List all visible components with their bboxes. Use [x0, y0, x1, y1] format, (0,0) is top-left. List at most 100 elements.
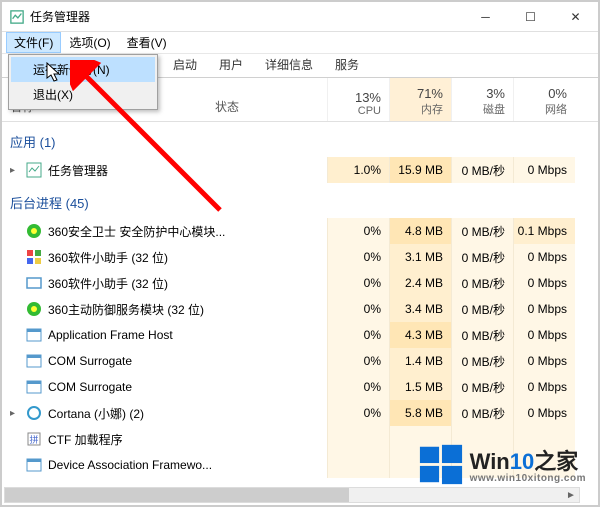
- process-icon: [26, 223, 42, 239]
- expander-icon[interactable]: ▸: [10, 408, 24, 419]
- process-icon: [26, 162, 42, 178]
- process-name: 360主动防御服务模块 (32 位): [48, 301, 204, 318]
- group-apps: 应用 (1): [2, 122, 598, 157]
- cell-network: 0 Mbps: [513, 296, 575, 322]
- cell-memory: 4.3 MB: [389, 322, 451, 348]
- process-icon: [26, 249, 42, 265]
- cell-memory: 1.4 MB: [389, 348, 451, 374]
- scroll-right-arrow[interactable]: ►: [563, 488, 579, 502]
- cell-disk: 0 MB/秒: [451, 244, 513, 270]
- cell-network: 0 Mbps: [513, 400, 575, 426]
- cell-cpu: [327, 452, 389, 478]
- tab-users[interactable]: 用户: [208, 52, 254, 77]
- disk-pct: 3%: [486, 86, 505, 101]
- process-row[interactable]: 360软件小助手 (32 位)0%2.4 MB0 MB/秒0 Mbps: [2, 270, 598, 296]
- cell-disk: 0 MB/秒: [451, 374, 513, 400]
- cell-disk: 0 MB/秒: [451, 322, 513, 348]
- task-manager-icon: [10, 10, 24, 24]
- cell-memory: 2.4 MB: [389, 270, 451, 296]
- scroll-thumb[interactable]: [5, 488, 349, 502]
- cpu-pct: 13%: [355, 90, 381, 105]
- cell-network: 0 Mbps: [513, 157, 575, 183]
- cell-network: 0.1 Mbps: [513, 218, 575, 244]
- cell-memory: 3.1 MB: [389, 244, 451, 270]
- menu-exit[interactable]: 退出(X): [11, 82, 155, 107]
- cell-disk: 0 MB/秒: [451, 270, 513, 296]
- col-status-label: 状态: [215, 98, 239, 115]
- process-row[interactable]: 360主动防御服务模块 (32 位)0%3.4 MB0 MB/秒0 Mbps: [2, 296, 598, 322]
- titlebar: 任务管理器 ─ ☐ ✕: [2, 2, 598, 32]
- close-button[interactable]: ✕: [553, 2, 598, 31]
- process-name: 360软件小助手 (32 位): [48, 275, 168, 292]
- process-icon: [26, 379, 42, 395]
- process-name: Device Association Framewo...: [48, 458, 212, 472]
- process-row[interactable]: Application Frame Host0%4.3 MB0 MB/秒0 Mb…: [2, 322, 598, 348]
- disk-lbl: 磁盘: [483, 101, 505, 117]
- cpu-lbl: CPU: [358, 105, 381, 117]
- process-row[interactable]: COM Surrogate 0%1.5 MB0 MB/秒0 Mbps: [2, 374, 598, 400]
- cell-cpu: 0%: [327, 218, 389, 244]
- cell-disk: 0 MB/秒: [451, 157, 513, 183]
- watermark-brand: Win10之家: [470, 444, 586, 476]
- col-memory[interactable]: 71% 内存: [389, 78, 451, 121]
- process-name: Cortana (小娜) (2): [48, 405, 144, 422]
- tab-services[interactable]: 服务: [324, 52, 370, 77]
- tab-startup[interactable]: 启动: [162, 52, 208, 77]
- cell-memory: 3.4 MB: [389, 296, 451, 322]
- cell-memory: 5.8 MB: [389, 400, 451, 426]
- menu-run-new-task[interactable]: 运行新任务(N): [11, 57, 155, 82]
- cell-memory: 1.5 MB: [389, 374, 451, 400]
- process-name: 360软件小助手 (32 位): [48, 249, 168, 266]
- process-list[interactable]: 应用 (1)▸任务管理器1.0%15.9 MB0 MB/秒0 Mbps后台进程 …: [2, 122, 598, 491]
- file-menu-dropdown: 运行新任务(N) 退出(X): [8, 54, 158, 110]
- process-name: COM Surrogate: [48, 354, 132, 368]
- process-row[interactable]: COM Surrogate0%1.4 MB0 MB/秒0 Mbps: [2, 348, 598, 374]
- net-lbl: 网络: [545, 101, 567, 117]
- cell-disk: 0 MB/秒: [451, 400, 513, 426]
- tab-details[interactable]: 详细信息: [254, 52, 324, 77]
- horizontal-scrollbar[interactable]: ◄ ►: [4, 487, 580, 503]
- minimize-button[interactable]: ─: [463, 2, 508, 31]
- cell-cpu: 1.0%: [327, 157, 389, 183]
- process-row[interactable]: ▸任务管理器1.0%15.9 MB0 MB/秒0 Mbps: [2, 157, 598, 183]
- menu-file[interactable]: 文件(F): [6, 32, 61, 53]
- col-disk[interactable]: 3% 磁盘: [451, 78, 513, 121]
- col-network[interactable]: 0% 网络: [513, 78, 575, 121]
- process-icon: [26, 327, 42, 343]
- maximize-button[interactable]: ☐: [508, 2, 553, 31]
- process-icon: [26, 301, 42, 317]
- col-cpu[interactable]: 13% CPU: [327, 78, 389, 121]
- cell-network: 0 Mbps: [513, 270, 575, 296]
- process-row[interactable]: 360安全卫士 安全防护中心模块...0%4.8 MB0 MB/秒0.1 Mbp…: [2, 218, 598, 244]
- cell-cpu: 0%: [327, 296, 389, 322]
- expander-icon[interactable]: ▸: [10, 165, 24, 176]
- cell-cpu: [327, 426, 389, 452]
- group-background: 后台进程 (45): [2, 183, 598, 218]
- cell-cpu: 0%: [327, 374, 389, 400]
- process-icon: [26, 275, 42, 291]
- cell-cpu: 0%: [327, 400, 389, 426]
- menu-options[interactable]: 选项(O): [61, 32, 118, 53]
- watermark-url: www.win10xitong.com: [470, 473, 586, 484]
- cell-cpu: 0%: [327, 244, 389, 270]
- cell-network: 0 Mbps: [513, 244, 575, 270]
- process-name: COM Surrogate: [48, 380, 132, 394]
- menubar: 文件(F) 选项(O) 查看(V): [2, 32, 598, 54]
- col-status[interactable]: 状态: [207, 78, 327, 121]
- process-name: 360安全卫士 安全防护中心模块...: [48, 223, 225, 240]
- cell-network: 0 Mbps: [513, 322, 575, 348]
- menu-view[interactable]: 查看(V): [119, 32, 175, 53]
- cell-memory: 15.9 MB: [389, 157, 451, 183]
- cell-network: 0 Mbps: [513, 374, 575, 400]
- process-name: CTF 加载程序: [48, 431, 123, 448]
- process-icon: [26, 457, 42, 473]
- process-icon: [26, 405, 42, 421]
- process-row[interactable]: ▸ Cortana (小娜) (2) 0%5.8 MB0 MB/秒0 Mbps: [2, 400, 598, 426]
- net-pct: 0%: [548, 86, 567, 101]
- cell-network: 0 Mbps: [513, 348, 575, 374]
- process-row[interactable]: 360软件小助手 (32 位) 0%3.1 MB0 MB/秒0 Mbps: [2, 244, 598, 270]
- cell-cpu: 0%: [327, 322, 389, 348]
- window-title: 任务管理器: [30, 8, 463, 25]
- cell-disk: 0 MB/秒: [451, 218, 513, 244]
- mem-lbl: 内存: [421, 101, 443, 117]
